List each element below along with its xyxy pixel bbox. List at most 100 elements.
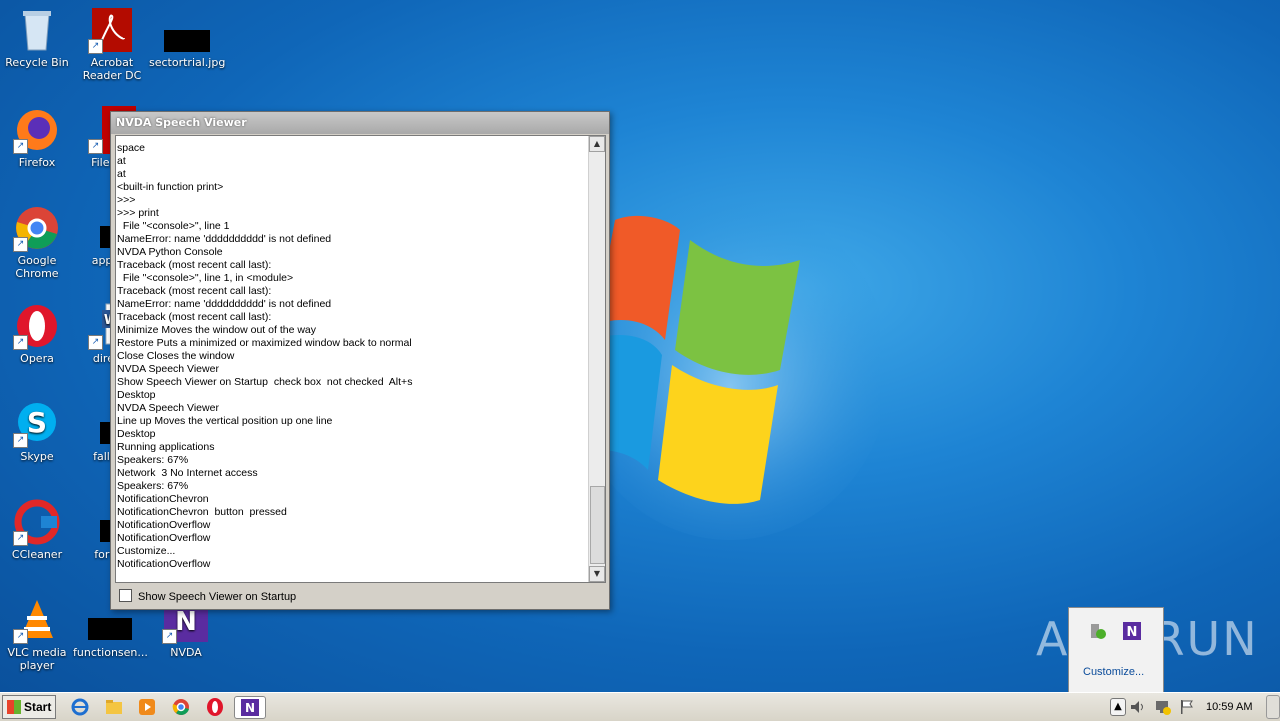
speech-log-line: Customize... [117, 545, 176, 557]
desktop-icon-sectortrial[interactable]: sectortrial.jpg [149, 6, 226, 69]
speech-log-line: Speakers: 67% [117, 480, 189, 492]
nvda-tray-icon[interactable]: N [1123, 622, 1141, 640]
startup-checkbox[interactable] [119, 589, 132, 602]
speech-log-line: Show Speech Viewer on Startup check box … [117, 376, 413, 388]
svg-text:N: N [1127, 625, 1138, 640]
desktop-icon-google-chrome[interactable]: ↗ Google Chrome [0, 204, 74, 280]
skype-icon: S ↗ [13, 400, 61, 448]
shortcut-arrow-icon: ↗ [88, 335, 103, 350]
notification-overflow-popup: N Customize... [1068, 607, 1164, 693]
speaker-icon[interactable] [1128, 697, 1148, 717]
overflow-icons: N [1089, 620, 1149, 645]
recycle-bin-icon [13, 6, 61, 54]
speech-log-line: NVDA Python Console [117, 246, 223, 258]
acrobat-icon: ↗ [88, 6, 136, 54]
media-player-icon[interactable] [137, 697, 157, 717]
speech-log-line: space [117, 142, 146, 154]
network-icon[interactable] [1152, 697, 1172, 717]
shortcut-arrow-icon: ↗ [13, 629, 28, 644]
scroll-down-button[interactable]: ▼ [589, 566, 605, 582]
desktop-icon-recycle-bin[interactable]: Recycle Bin [0, 6, 74, 69]
file-explorer-icon[interactable] [104, 697, 124, 717]
svg-text:N: N [175, 607, 197, 637]
redacted-thumbnail [88, 618, 132, 640]
shortcut-arrow-icon: ↗ [13, 335, 28, 350]
speech-log-line: at [117, 168, 126, 180]
desktop-icon-opera[interactable]: ↗ Opera [0, 302, 74, 365]
speech-log-line: at [117, 155, 126, 167]
window-title[interactable]: NVDA Speech Viewer [111, 112, 609, 134]
usb-device-icon[interactable] [1091, 624, 1106, 639]
speech-log-line: NameError: name 'dddddddddd' is not defi… [117, 298, 332, 310]
speech-log-line: >>> [117, 194, 136, 206]
vertical-scrollbar[interactable]: ▲ ▼ [588, 136, 605, 582]
speech-log-line: NotificationOverflow [117, 519, 211, 531]
shortcut-arrow-icon: ↗ [162, 629, 177, 644]
shortcut-arrow-icon: ↗ [88, 139, 103, 154]
vlc-icon: ↗ [13, 596, 61, 644]
action-center-flag-icon[interactable] [1176, 697, 1196, 717]
startup-checkbox-row[interactable]: Show Speech Viewer on Startup [119, 589, 296, 603]
speech-log-line: <built-in function print> [117, 181, 224, 193]
speech-log-line: NVDA Speech Viewer [117, 402, 219, 414]
speech-log-line: Traceback (most recent call last): [117, 311, 272, 323]
desktop-icon-vlc[interactable]: ↗ VLC media player [0, 596, 74, 672]
customize-link[interactable]: Customize... [1083, 666, 1144, 678]
icon-label: Firefox [18, 156, 56, 169]
speech-log-line: Traceback (most recent call last): [117, 285, 272, 297]
scroll-up-button[interactable]: ▲ [589, 136, 605, 152]
speech-log-line: Speakers: 67% [117, 454, 189, 466]
desktop-icon-acrobat[interactable]: ↗ Acrobat Reader DC [75, 6, 149, 82]
icon-label: CCleaner [11, 548, 63, 561]
icon-label: NVDA [170, 646, 202, 659]
icon-label: functionsen... [73, 646, 148, 659]
speech-viewer-window[interactable]: NVDA Speech Viewer space at at <built-in fu… [110, 111, 610, 610]
icon-label: Acrobat Reader DC [82, 56, 142, 82]
speech-log-line: >>> print [117, 207, 159, 219]
nvda-taskbar-icon[interactable]: N [234, 696, 266, 719]
svg-text:S: S [27, 406, 47, 439]
start-label: Start [24, 700, 52, 714]
show-desktop-button[interactable] [1266, 695, 1280, 719]
windows-start-icon [7, 700, 21, 714]
opera-icon: ↗ [13, 302, 61, 350]
show-hidden-icons-chevron[interactable]: ▲ [1110, 698, 1126, 716]
shortcut-arrow-icon: ↗ [13, 531, 28, 546]
icon-label: Opera [20, 352, 54, 365]
speech-log-textarea[interactable]: space at at <built-in function print> >>> >>>… [115, 135, 606, 583]
scrollbar-thumb[interactable] [590, 486, 605, 564]
icon-label: VLC media player [7, 646, 67, 672]
speech-log-line: Close Closes the window [117, 350, 235, 362]
start-button[interactable]: Start [2, 695, 56, 719]
svg-text:N: N [245, 701, 255, 715]
opera-taskbar-icon[interactable] [205, 697, 225, 717]
shortcut-arrow-icon: ↗ [13, 433, 28, 448]
speech-log-line: NotificationOverflow [117, 532, 211, 544]
desktop-icon-ccleaner[interactable]: ↗ CCleaner [0, 498, 74, 561]
internet-explorer-icon[interactable] [70, 697, 90, 717]
speech-log-line: NotificationOverflow [117, 558, 211, 570]
speech-log-line: Network 3 No Internet access [117, 467, 258, 479]
shortcut-arrow-icon: ↗ [88, 39, 103, 54]
speech-log-lines: space at at <built-in function print> >>> >>>… [117, 142, 587, 571]
icon-label: Google Chrome [15, 254, 59, 280]
speech-log-line: Line up Moves the vertical position up o… [117, 415, 333, 427]
desktop-icon-skype[interactable]: S ↗ Skype [0, 400, 74, 463]
image-file-icon [162, 6, 210, 54]
speech-log-line: File "<console>", line 1, in <module> [117, 272, 294, 284]
firefox-icon: ↗ [13, 106, 61, 154]
speech-log-line: Running applications [117, 441, 215, 453]
speech-log-line: NVDA Speech Viewer [117, 363, 219, 375]
speech-log-line: File "<console>", line 1 [117, 220, 230, 232]
speech-log-line: NotificationChevron [117, 493, 209, 505]
chrome-taskbar-icon[interactable] [171, 697, 191, 717]
ccleaner-icon: ↗ [13, 498, 61, 546]
speech-log-line: NameError: name 'dddddddddd' is not defi… [117, 233, 332, 245]
speech-log-line: Minimize Moves the window out of the way [117, 324, 317, 336]
desktop-icon-firefox[interactable]: ↗ Firefox [0, 106, 74, 169]
icon-label: sectortrial.jpg [149, 56, 226, 69]
taskbar-clock[interactable]: 10:59 AM [1206, 701, 1252, 713]
chrome-icon: ↗ [13, 204, 61, 252]
taskbar: Start N ▲ 10:59 AM [0, 692, 1280, 721]
icon-label: Skype [20, 450, 54, 463]
